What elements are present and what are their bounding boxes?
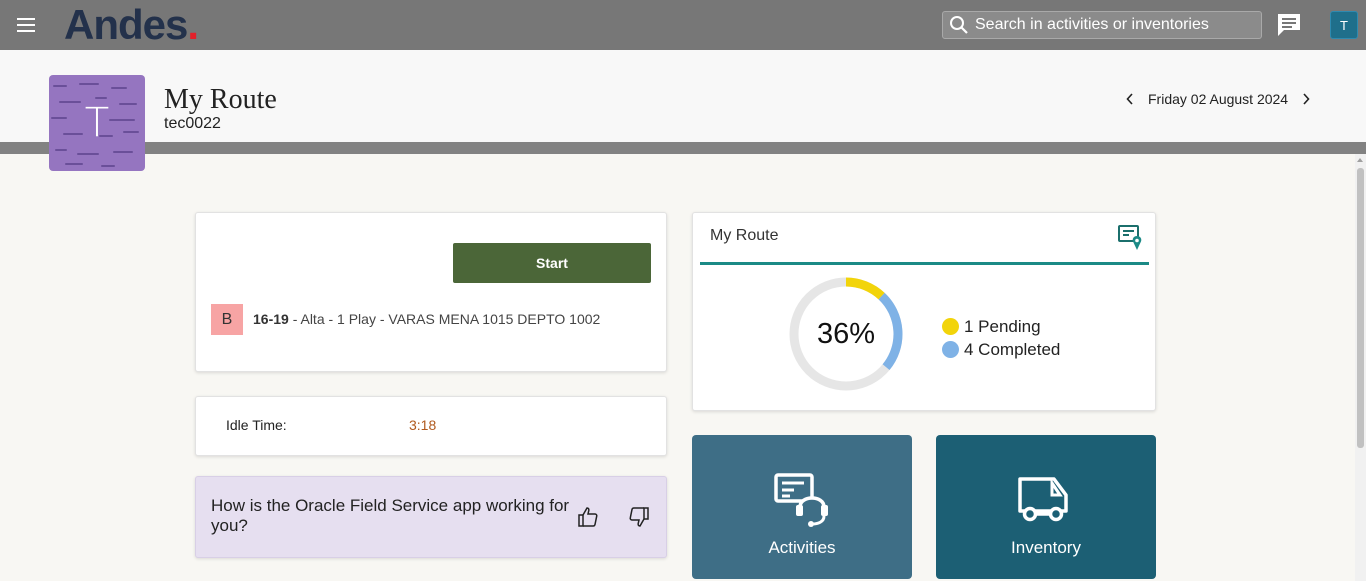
activity-item[interactable]: 16-19 - Alta - 1 Play - VARAS MENA 1015 … xyxy=(253,311,600,327)
hamburger-menu-icon[interactable] xyxy=(14,14,38,36)
activities-tile[interactable]: Activities xyxy=(692,435,912,579)
activity-status-badge: B xyxy=(211,304,243,335)
route-card-title: My Route xyxy=(710,227,779,244)
date-navigator: Friday 02 August 2024 xyxy=(1120,89,1316,109)
activity-details: - Alta - 1 Play - VARAS MENA 1015 DEPTO … xyxy=(288,311,601,327)
pending-swatch xyxy=(942,318,959,335)
legend-completed-label: 4 Completed xyxy=(964,339,1061,359)
legend-pending: 1 Pending xyxy=(942,315,1060,338)
page-subtitle: tec0022 xyxy=(164,115,221,132)
andes-logo[interactable]: Andes. xyxy=(64,1,199,48)
avatar: T xyxy=(49,75,145,171)
search-box[interactable] xyxy=(942,11,1262,39)
idle-time-label: Idle Time: xyxy=(226,417,287,433)
search-icon xyxy=(950,16,968,34)
chevron-right-icon[interactable] xyxy=(1296,89,1316,109)
avatar-initial: T xyxy=(84,100,110,146)
thumbs-up-icon[interactable] xyxy=(576,505,602,531)
activities-label: Activities xyxy=(768,538,836,557)
scrollbar[interactable] xyxy=(1355,154,1366,581)
search-input[interactable] xyxy=(975,16,1255,34)
route-summary-card: My Route 36% 1 Pending 4 Completed xyxy=(692,212,1156,411)
activities-icon xyxy=(770,469,834,529)
idle-time-card: Idle Time: 3:18 xyxy=(195,396,667,456)
activity-time: 16-19 xyxy=(253,311,289,327)
user-initial: T xyxy=(1340,17,1348,33)
header-divider xyxy=(0,142,1366,154)
top-bar: Andes. T xyxy=(0,0,1366,50)
route-map-icon[interactable] xyxy=(1117,223,1147,253)
current-date[interactable]: Friday 02 August 2024 xyxy=(1148,91,1288,107)
scroll-up-arrow-icon[interactable] xyxy=(1357,158,1363,162)
progress-percent: 36% xyxy=(816,317,876,350)
page-title: My Route xyxy=(164,84,277,115)
feedback-question: How is the Oracle Field Service app work… xyxy=(211,496,570,535)
scrollbar-thumb[interactable] xyxy=(1357,168,1364,448)
start-button[interactable]: Start xyxy=(453,243,651,283)
completed-swatch xyxy=(942,341,959,358)
truck-icon xyxy=(1014,469,1078,529)
route-card-divider xyxy=(700,262,1149,265)
idle-time-value: 3:18 xyxy=(409,417,437,433)
inventory-label: Inventory xyxy=(1011,538,1081,557)
start-card: Start B 16-19 - Alta - 1 Play - VARAS ME… xyxy=(195,212,667,372)
legend-completed: 4 Completed xyxy=(942,338,1060,361)
inventory-tile[interactable]: Inventory xyxy=(936,435,1156,579)
chevron-left-icon[interactable] xyxy=(1120,89,1140,109)
legend-pending-label: 1 Pending xyxy=(964,316,1041,336)
thumbs-down-icon[interactable] xyxy=(627,505,653,531)
user-menu-button[interactable]: T xyxy=(1330,11,1358,39)
feedback-card: How is the Oracle Field Service app work… xyxy=(195,476,667,558)
chat-icon[interactable] xyxy=(1276,12,1302,38)
route-legend: 1 Pending 4 Completed xyxy=(942,315,1060,361)
logo-text: Andes xyxy=(64,1,188,48)
logo-dot: . xyxy=(187,1,199,48)
